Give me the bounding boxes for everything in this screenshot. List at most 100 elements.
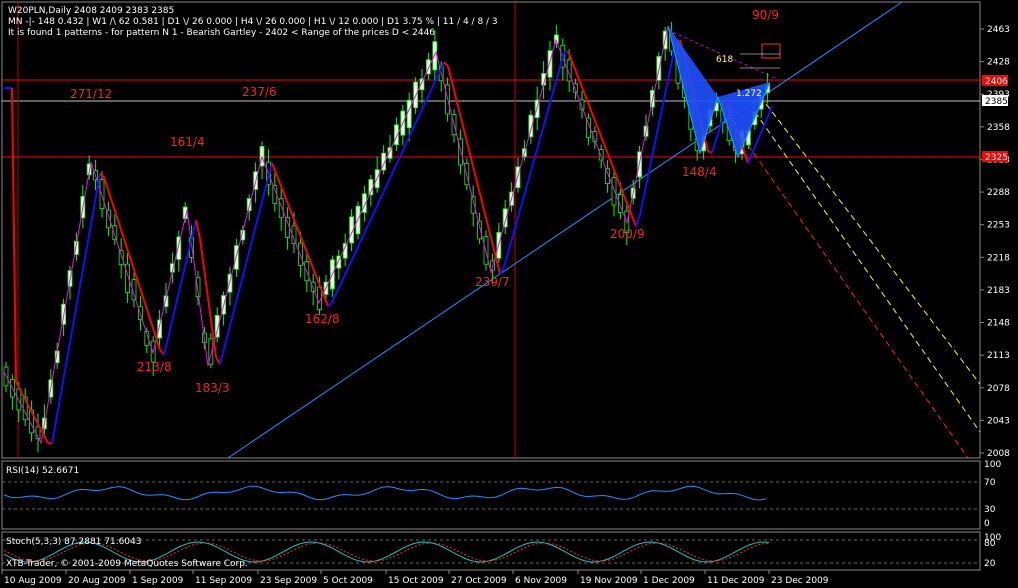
moving-average <box>111 201 117 215</box>
moving-average <box>579 81 585 93</box>
moving-average <box>67 330 73 354</box>
zigzag-line <box>3 25 771 445</box>
moving-average <box>51 420 57 444</box>
moving-average <box>75 285 81 309</box>
moving-average <box>655 118 661 138</box>
moving-average <box>295 224 301 236</box>
price-chart[interactable]: W20PLN,Daily 2408 2409 2383 2385 MN -|- … <box>0 0 1018 588</box>
gartley-triangle-xab <box>668 26 718 153</box>
candle-body <box>432 41 438 71</box>
moving-average <box>339 276 345 286</box>
moving-average <box>395 156 401 166</box>
moving-average <box>43 435 49 444</box>
pattern-message: It is found 1 patterns - for pattern N 1… <box>8 28 435 38</box>
price-tick-label: 2358 <box>987 123 1010 133</box>
moving-average <box>651 137 657 158</box>
svg-text:2325: 2325 <box>985 153 1008 163</box>
target-box <box>761 43 781 59</box>
moving-average <box>379 190 385 201</box>
moving-average <box>471 161 477 179</box>
price-tick-label: 2113 <box>987 351 1010 361</box>
moving-average <box>635 214 641 227</box>
candlesticks <box>3 21 770 453</box>
moving-average <box>755 134 761 145</box>
moving-average <box>383 182 389 192</box>
price-tick-label: 2288 <box>987 188 1010 198</box>
price-tick-label: 2008 <box>987 449 1010 459</box>
moving-average <box>407 130 413 140</box>
date-tick-label: 11 Sep 2009 <box>195 576 252 586</box>
moving-average <box>531 152 537 168</box>
candle-body <box>406 99 412 129</box>
moving-average <box>519 195 525 211</box>
annotation-162-8: 162/8 <box>305 312 340 326</box>
moving-average <box>147 312 153 326</box>
moving-average <box>443 61 449 67</box>
moving-average <box>87 218 93 242</box>
moving-average <box>271 162 277 174</box>
moving-average <box>275 172 281 184</box>
svg-text:2385: 2385 <box>985 97 1008 107</box>
moving-average <box>163 337 169 356</box>
moving-average <box>239 271 245 288</box>
annotation-161-4: 161/4 <box>170 135 205 149</box>
projection-line <box>754 111 981 433</box>
candle-body <box>598 149 604 161</box>
moving-average <box>767 106 773 117</box>
price-tick-label: 2253 <box>987 221 1010 231</box>
stoch-level-80: 80 <box>984 539 996 549</box>
rsi-level-30: 30 <box>984 505 996 515</box>
pattern-overlay <box>3 25 781 445</box>
moving-average <box>371 207 377 218</box>
moving-average <box>547 95 553 111</box>
price-tick-label: 2078 <box>987 384 1010 394</box>
rsi-level-100: 100 <box>984 460 1001 470</box>
moving-average <box>55 398 61 422</box>
moving-average <box>451 81 457 99</box>
moving-average <box>487 225 493 243</box>
price-tick-label: 2043 <box>987 416 1010 426</box>
moving-average <box>231 302 237 319</box>
moving-average <box>411 121 417 132</box>
date-tick-label: 15 Oct 2009 <box>388 576 444 586</box>
moving-average <box>599 133 605 145</box>
moving-average <box>171 304 177 322</box>
price-tick-label: 2218 <box>987 253 1010 263</box>
moving-average <box>11 87 17 382</box>
level-label-2385: 2385 <box>982 95 1008 107</box>
moving-average <box>467 145 473 163</box>
moving-average <box>107 189 113 203</box>
moving-average <box>223 333 229 350</box>
price-tick-label: 2148 <box>987 319 1010 329</box>
annotation-148-4: 148/4 <box>682 165 717 179</box>
moving-average <box>631 215 637 227</box>
moving-average <box>283 193 289 205</box>
moving-average <box>659 99 665 119</box>
moving-average <box>367 216 373 226</box>
moving-average <box>303 244 309 256</box>
candle-body <box>157 319 163 339</box>
moving-average <box>71 308 77 332</box>
moving-average <box>195 219 201 239</box>
moving-average <box>647 156 653 177</box>
moving-average <box>455 97 461 115</box>
moving-average <box>127 250 133 264</box>
moving-average <box>715 127 721 141</box>
date-tick-label: 11 Dec 2009 <box>707 576 765 586</box>
moving-average <box>227 317 233 334</box>
level-label-2406: 2406 <box>982 75 1008 87</box>
moving-average <box>639 195 645 215</box>
moving-average <box>543 109 549 125</box>
moving-average <box>83 240 89 264</box>
candle-body <box>112 225 118 240</box>
date-tick-label: 27 Oct 2009 <box>451 576 507 586</box>
annotation-200-9: 200/9 <box>610 227 645 241</box>
fib-1272-label: 1.272 <box>736 89 762 99</box>
moving-average <box>539 124 545 140</box>
moving-average <box>507 238 513 254</box>
moving-average <box>167 320 173 339</box>
moving-average <box>191 219 197 238</box>
moving-average <box>495 257 501 275</box>
moving-average <box>403 139 409 149</box>
candle-body <box>118 250 124 266</box>
